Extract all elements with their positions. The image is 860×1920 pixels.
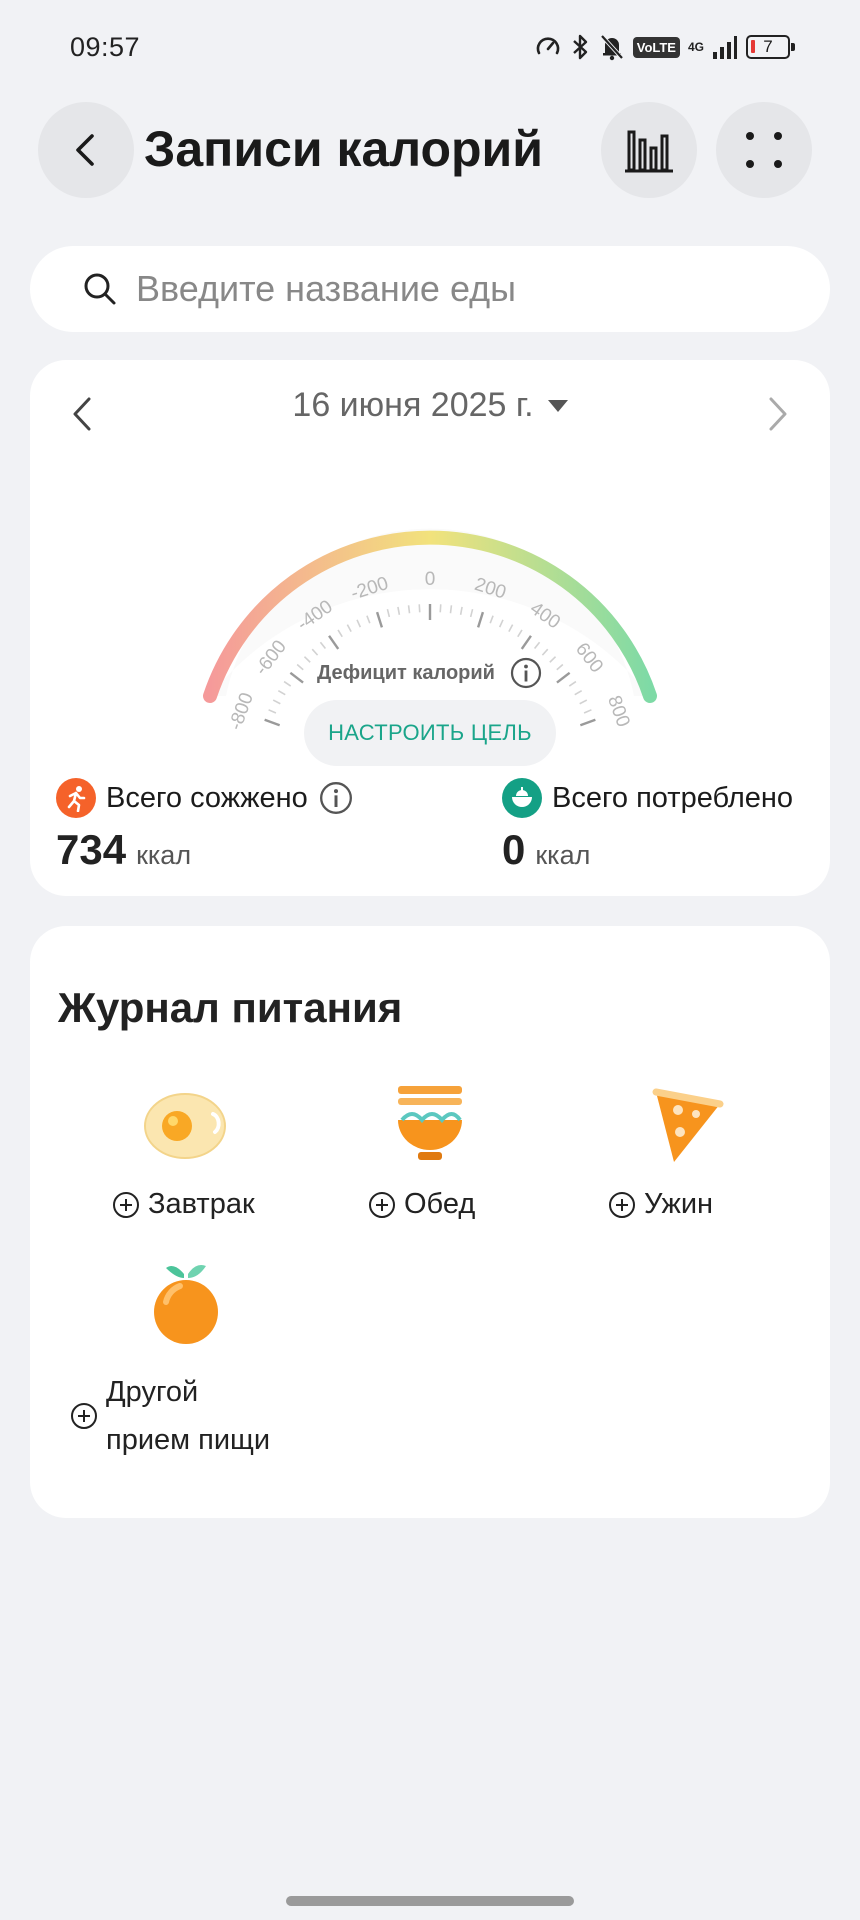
gauge-tick (356, 619, 362, 628)
more-button[interactable] (716, 102, 812, 198)
info-icon[interactable] (509, 656, 543, 690)
deficit-label: Дефицит калорий (317, 661, 495, 684)
chevron-right-icon (769, 397, 787, 431)
burned-value: 734 (56, 826, 127, 873)
info-icon[interactable] (318, 780, 354, 816)
search-input[interactable] (136, 268, 776, 310)
food-journal-card: Журнал питания Завтрак Обед Ужин Другой … (30, 926, 830, 1518)
gauge-tick (328, 635, 340, 650)
consumed-stat: Всего потреблено 0 ккал (502, 778, 793, 874)
meal-label-line1: Другой (106, 1376, 199, 1408)
running-icon (56, 778, 96, 818)
gauge-tick (449, 605, 453, 614)
caret-down-icon (547, 399, 568, 412)
add-circle-icon (609, 1191, 635, 1218)
speedometer-icon (535, 30, 561, 64)
meal-label: Ужин (644, 1188, 714, 1220)
gauge-tick (311, 648, 319, 656)
add-circle-icon (71, 1403, 97, 1429)
status-icons: VoLTE 4G 7 (535, 30, 795, 64)
page-title: Записи калорий (144, 121, 543, 177)
calorie-summary-card: 16 июня 2025 г. -800 -600 -400 -200 0 200 400 6… (30, 360, 830, 896)
gauge-tick (498, 619, 504, 628)
battery-icon: 7 (746, 35, 795, 59)
gauge-tick (407, 605, 411, 614)
bar-chart-icon (625, 130, 673, 173)
gauge-tick (583, 709, 592, 714)
gauge-tick (489, 615, 494, 624)
set-goal-button[interactable]: НАСТРОИТЬ ЦЕЛЬ (304, 700, 556, 766)
gauge-tick-label: 0 (425, 569, 436, 590)
gauge-tick (264, 718, 281, 727)
bell-muted-icon (599, 30, 625, 64)
gauge-tick (337, 629, 343, 638)
gauge-tick (386, 609, 391, 618)
chevron-left-icon (76, 134, 94, 166)
gauge-tick (517, 629, 523, 638)
statistics-button[interactable] (601, 102, 697, 198)
back-button[interactable] (38, 102, 134, 198)
gauge-tick (579, 718, 596, 727)
meal-label-line2: прием пищи (106, 1424, 271, 1456)
header: Записи калорий (0, 102, 860, 198)
gauge-tick-label: 800 (603, 693, 634, 730)
signal-icon (712, 30, 738, 64)
date-selector[interactable]: 16 июня 2025 г. (30, 386, 830, 425)
gauge-tick (375, 611, 384, 628)
egg-icon (144, 1093, 226, 1159)
meal-breakfast[interactable]: Завтрак (90, 1076, 330, 1220)
home-indicator[interactable] (286, 1896, 574, 1906)
meal-dinner[interactable]: Ужин (590, 1076, 830, 1220)
volte-badge: VoLTE (632, 36, 680, 58)
burned-label: Всего сожжено (106, 781, 308, 814)
add-circle-icon (369, 1191, 395, 1218)
meal-other[interactable]: Другой прием пищи (70, 1256, 310, 1456)
bluetooth-icon (569, 30, 591, 64)
gauge-tick (397, 606, 401, 615)
journal-title: Журнал питания (58, 984, 403, 1031)
consumed-label: Всего потреблено (552, 781, 794, 814)
bowl-icon (502, 778, 542, 818)
gauge-tick (277, 689, 286, 696)
network-type: 4G (687, 40, 704, 54)
gauge-tick (520, 635, 532, 650)
meal-lunch[interactable]: Обед (340, 1076, 580, 1220)
search-icon (84, 273, 116, 305)
gauge-tick (346, 624, 352, 633)
meal-label: Завтрак (148, 1188, 255, 1220)
consumed-value: 0 (502, 826, 526, 873)
gauge-tick (469, 609, 474, 618)
more-dots-icon (746, 132, 782, 168)
orange-fruit-icon (154, 1265, 218, 1344)
gauge-tick (541, 648, 549, 656)
add-circle-icon (113, 1191, 139, 1218)
pizza-icon (652, 1088, 724, 1162)
gauge-tick (508, 624, 514, 633)
meal-label-wrap: Другой прием пищи (106, 1368, 270, 1464)
deficit-label-row: Дефицит калорий (30, 656, 830, 690)
burned-unit: ккал (136, 840, 192, 870)
gauge-tick (574, 689, 583, 696)
current-date: 16 июня 2025 г. (292, 386, 534, 424)
gauge-tick (579, 699, 588, 705)
burned-stat: Всего сожжено 734 ккал (56, 778, 354, 874)
gauge-tick (319, 641, 327, 650)
gauge-tick (268, 709, 277, 714)
gauge-tick (272, 699, 281, 705)
status-time: 09:57 (70, 32, 141, 62)
next-day-button[interactable] (748, 384, 808, 444)
gauge-tick (459, 606, 463, 615)
search-bar[interactable] (30, 246, 830, 332)
gauge-tick-label: -800 (225, 690, 258, 733)
noodle-bowl-icon (398, 1086, 462, 1160)
gauge-tick (366, 615, 371, 624)
gauge-tick (476, 611, 485, 628)
status-bar: 09:57 VoLTE 4G 7 (0, 0, 860, 96)
gauge-tick (533, 641, 541, 650)
meal-label: Обед (404, 1188, 476, 1220)
consumed-unit: ккал (535, 840, 591, 870)
